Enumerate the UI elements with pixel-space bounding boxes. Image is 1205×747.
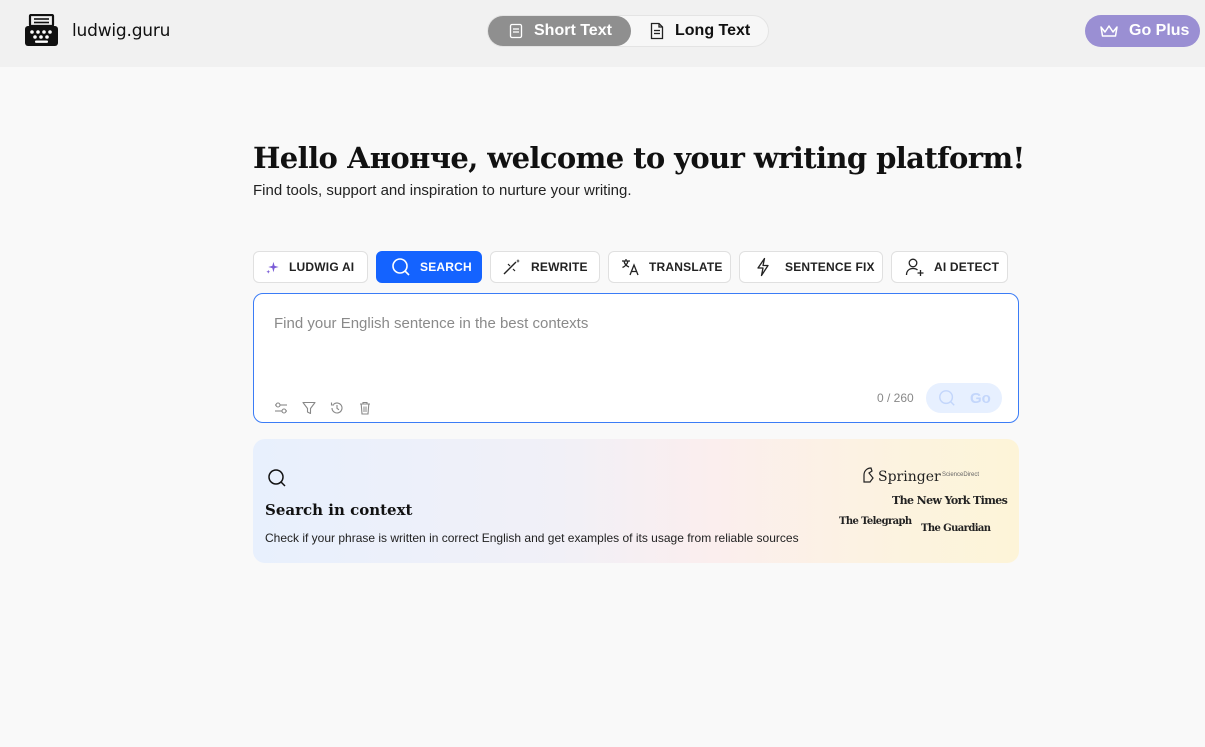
- page-subtitle: Find tools, support and inspiration to n…: [253, 182, 632, 199]
- history-icon[interactable]: [329, 400, 345, 416]
- tab-ludwig-ai-label: LUDWIG AI: [289, 260, 355, 274]
- guardian-logo: The Guardian: [921, 523, 991, 534]
- tab-sentence-fix-label: SENTENCE FIX: [785, 260, 875, 274]
- search-panel: 0 / 260 Go: [253, 293, 1019, 423]
- search-input[interactable]: [274, 312, 974, 334]
- sciencedirect-logo: ScienceDirect: [942, 472, 980, 478]
- tab-search-label: SEARCH: [420, 260, 472, 274]
- sparkle-icon: [266, 261, 279, 274]
- settings-sliders-icon[interactable]: [273, 400, 289, 416]
- go-plus-label: Go Plus: [1129, 22, 1190, 39]
- trash-icon[interactable]: [357, 400, 373, 416]
- document-short-icon: [509, 23, 523, 39]
- user-check-icon: [905, 258, 924, 276]
- tab-ai-detect[interactable]: AI DETECT: [891, 251, 1008, 283]
- short-text-button[interactable]: Short Text: [488, 16, 631, 46]
- text-length-toggle: Short Text Long Text: [487, 15, 769, 47]
- go-button-label: Go: [970, 389, 991, 407]
- search-icon: [392, 258, 410, 276]
- card-description: Check if your phrase is written in corre…: [265, 531, 799, 545]
- document-long-icon: [650, 22, 664, 40]
- tab-sentence-fix[interactable]: SENTENCE FIX: [739, 251, 883, 283]
- nyt-logo: The New York Times: [892, 494, 1008, 507]
- filter-icon[interactable]: [301, 400, 317, 416]
- character-counter: 0 / 260: [877, 391, 914, 405]
- telegraph-logo: The Telegraph: [839, 516, 912, 527]
- search-info-card: Search in context Check if your phrase i…: [253, 439, 1019, 563]
- springer-horse-icon: [863, 467, 874, 483]
- go-plus-button[interactable]: Go Plus: [1085, 15, 1200, 47]
- tab-ludwig-ai[interactable]: LUDWIG AI: [253, 251, 368, 283]
- long-text-label: Long Text: [675, 22, 751, 39]
- short-text-label: Short Text: [534, 22, 612, 39]
- brand-logo[interactable]: ludwig.guru: [24, 14, 170, 47]
- springer-logo: Springer: [878, 469, 941, 485]
- tab-rewrite-label: REWRITE: [531, 260, 588, 274]
- translate-icon: [622, 259, 639, 276]
- search-icon: [939, 390, 955, 406]
- crown-icon: [1100, 25, 1118, 37]
- tab-translate[interactable]: TRANSLATE: [608, 251, 731, 283]
- long-text-button[interactable]: Long Text: [649, 16, 750, 46]
- tab-rewrite[interactable]: REWRITE: [490, 251, 600, 283]
- page-title: Hello Анонче, welcome to your writing pl…: [253, 141, 1025, 175]
- card-title: Search in context: [265, 501, 413, 519]
- go-button[interactable]: Go: [926, 383, 1002, 413]
- brand-name: ludwig.guru: [72, 20, 171, 41]
- tab-translate-label: TRANSLATE: [649, 260, 723, 274]
- typewriter-icon: [25, 14, 58, 46]
- tab-search[interactable]: SEARCH: [376, 251, 482, 283]
- top-bar: ludwig.guru Short Text Long Text Go Plus: [0, 0, 1205, 67]
- search-icon: [268, 469, 286, 487]
- tab-ai-detect-label: AI DETECT: [934, 260, 1000, 274]
- lightning-icon: [757, 257, 769, 277]
- magic-wand-icon: [503, 259, 520, 275]
